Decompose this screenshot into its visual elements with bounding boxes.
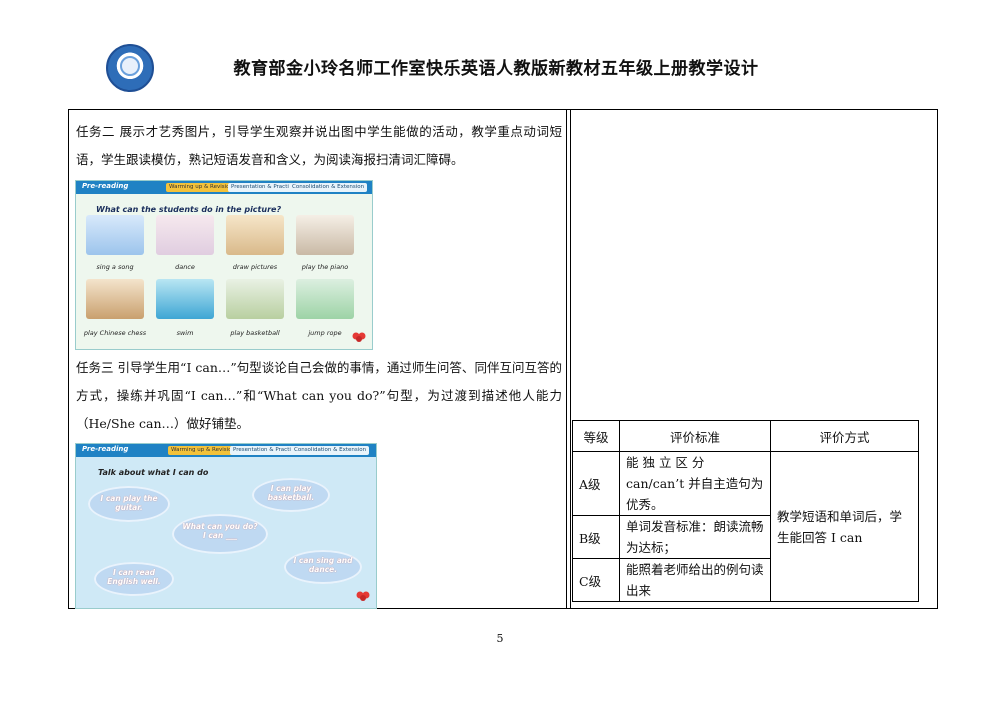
slide-topbar: Pre-reading Warming up & Revision Presen…	[76, 444, 376, 457]
basketball-picture	[226, 279, 284, 319]
bubble-text: I can sing and dance.	[293, 556, 353, 574]
slide-pill-warmup: Warming up & Revision	[168, 446, 238, 455]
slide-question: What can the students do in the picture?	[96, 205, 282, 214]
criteria-cell: 能照着老师给出的例句读出来	[619, 558, 771, 602]
slide-pill-presentation: Presentation & Practice	[230, 446, 301, 455]
caption: sing a song	[96, 263, 134, 271]
bubble-text: I can play the guitar.	[100, 494, 158, 512]
caption: draw pictures	[232, 263, 278, 271]
header-grade: 等级	[572, 420, 620, 452]
slide-pill-warmup: Warming up & Revision	[166, 183, 236, 192]
page-number: 5	[496, 632, 504, 645]
caption: play the piano	[301, 263, 349, 271]
task3-paragraph: 任务三 引导学生用“I can…”句型谈论自己会做的事情，通过师生问答、同伴互问…	[76, 360, 562, 431]
evaluation-table: 等级 评价标准 评价方式 A级 能 独 立 区 分 can/can’t 并自主造…	[572, 420, 919, 602]
sing-picture	[86, 215, 144, 255]
piano-picture	[296, 215, 354, 255]
chess-picture	[86, 279, 144, 319]
bubble-text: I can play basketball.	[267, 484, 315, 502]
slide-label: Pre-reading	[82, 182, 129, 190]
page-header: 教育部金小玲名师工作室快乐英语人教版新教材五年级上册教学设计	[0, 0, 1000, 100]
caption: play basketball	[230, 329, 280, 337]
bubble-text: I can read English well.	[107, 568, 161, 586]
slide-pill-presentation: Presentation & Practice	[228, 183, 299, 192]
slide-pill-consolidation: Consolidation & Extension	[289, 183, 368, 192]
caption: swim	[176, 329, 194, 337]
task2-paragraph: 任务二 展示才艺秀图片，引导学生观察并说出图中学生能做的活动，教学重点动词短语，…	[76, 124, 562, 167]
criteria-cell: 能 独 立 区 分 can/can’t 并自主造句为优秀。	[619, 451, 771, 516]
slide-label: Pre-reading	[82, 445, 129, 453]
grade-cell: A级	[572, 451, 620, 516]
table-row: A级 能 独 立 区 分 can/can’t 并自主造句为优秀。 教学短语和单词…	[572, 451, 919, 602]
grade-cell: B级	[572, 515, 620, 559]
swim-picture	[156, 279, 214, 319]
method-cell: 教学短语和单词后，学生能回答 I can	[770, 451, 919, 602]
flower-icon	[352, 332, 366, 342]
slide-heading: Talk about what I can do	[98, 468, 209, 477]
draw-picture	[226, 215, 284, 255]
header-criteria: 评价标准	[619, 420, 771, 452]
slide-pill-consolidation: Consolidation & Extension	[291, 446, 370, 455]
slide-activities: Pre-reading Warming up & Revision Presen…	[75, 180, 373, 350]
bubble-text: What can you do? I can ___	[182, 522, 258, 540]
criteria-cell: 单词发音标准：朗读流畅为达标；	[619, 515, 771, 559]
caption: jump rope	[308, 329, 342, 337]
grade-cell: C级	[572, 558, 620, 602]
column-divider-inner	[570, 109, 571, 609]
dance-picture	[156, 215, 214, 255]
caption: play Chinese chess	[83, 329, 147, 337]
column-divider	[566, 109, 567, 609]
header-method: 评价方式	[770, 420, 919, 452]
page-title: 教育部金小玲名师工作室快乐英语人教版新教材五年级上册教学设计	[233, 59, 759, 79]
flower-icon	[356, 591, 370, 601]
studio-logo-icon	[106, 44, 154, 92]
caption: dance	[175, 263, 195, 271]
jump-rope-picture	[296, 279, 354, 319]
slide-talk-about: Pre-reading Warming up & Revision Presen…	[75, 443, 377, 609]
slide-topbar: Pre-reading Warming up & Revision Presen…	[76, 181, 372, 194]
